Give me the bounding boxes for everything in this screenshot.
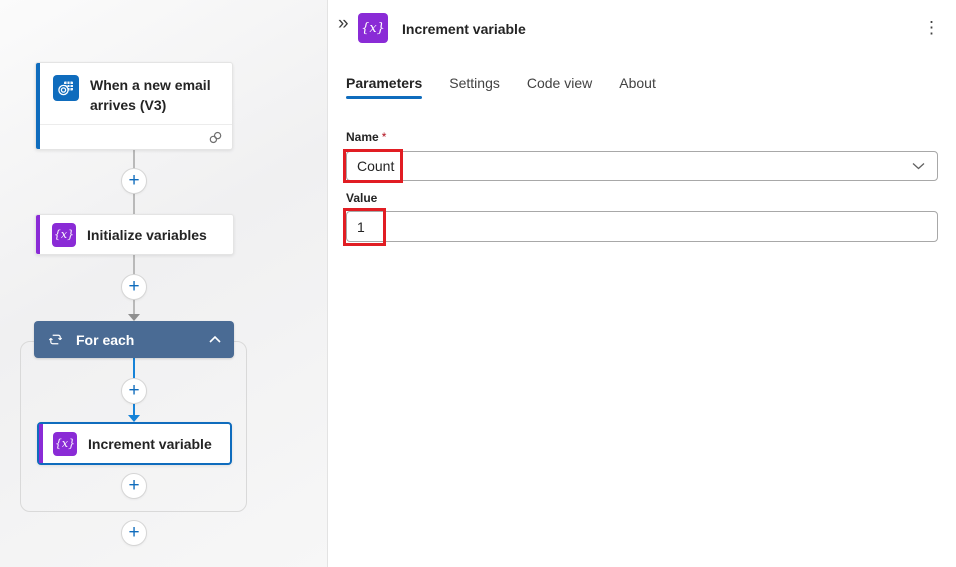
name-dropdown-value: Count — [357, 158, 394, 174]
trigger-card-when-new-email-arrives[interactable]: When a new email arrives (V3) — [35, 62, 233, 150]
add-action-button[interactable]: + — [121, 520, 147, 546]
foreach-title: For each — [76, 332, 195, 348]
plus-icon: + — [128, 171, 139, 190]
trigger-footer — [36, 124, 232, 149]
more-menu-icon[interactable]: ⋮ — [919, 17, 944, 38]
tab-settings[interactable]: Settings — [449, 75, 500, 99]
panel-tabs: Parameters Settings Code view About — [346, 75, 656, 99]
name-dropdown[interactable]: Count — [346, 151, 938, 181]
plus-icon: + — [128, 476, 139, 495]
action-properties-panel: » {x} Increment variable ⋮ Parameters Se… — [329, 0, 956, 567]
add-action-button[interactable]: + — [121, 168, 147, 194]
action-title: Increment variable — [88, 434, 212, 454]
plus-icon: + — [128, 523, 139, 542]
value-input[interactable] — [346, 211, 938, 242]
variable-icon: {x} — [358, 13, 388, 43]
action-accent-strip — [36, 215, 40, 254]
outlook-icon — [53, 75, 79, 101]
connection-link-icon[interactable] — [208, 130, 223, 145]
add-action-button[interactable]: + — [121, 473, 147, 499]
trigger-title: When a new email arrives (V3) — [90, 75, 224, 115]
action-card-for-each[interactable]: For each — [34, 321, 234, 358]
action-title: Initialize variables — [87, 225, 207, 245]
variable-icon: {x} — [52, 223, 76, 247]
required-asterisk: * — [382, 130, 387, 144]
chevron-up-icon[interactable] — [208, 335, 222, 344]
plus-icon: + — [128, 277, 139, 296]
loop-icon — [48, 332, 63, 347]
add-action-button[interactable]: + — [121, 378, 147, 404]
action-accent-strip — [39, 424, 43, 463]
value-field-label: Value — [346, 191, 377, 205]
flow-canvas: When a new email arrives (V3) + {x} Init… — [0, 0, 328, 567]
variable-icon: {x} — [53, 432, 77, 456]
action-card-increment-variable-selected[interactable]: {x} Increment variable — [37, 422, 232, 465]
chevron-down-icon — [912, 162, 925, 170]
connector-arrow — [128, 314, 140, 321]
collapse-panel-icon[interactable]: » — [336, 12, 351, 35]
add-action-button[interactable]: + — [121, 274, 147, 300]
tab-code-view[interactable]: Code view — [527, 75, 592, 99]
action-card-initialize-variables[interactable]: {x} Initialize variables — [35, 214, 234, 255]
trigger-accent-strip — [36, 63, 40, 149]
name-field-label: Name* — [346, 130, 386, 144]
tab-about[interactable]: About — [619, 75, 656, 99]
tab-parameters[interactable]: Parameters — [346, 75, 422, 99]
plus-icon: + — [128, 381, 139, 400]
panel-title: Increment variable — [402, 21, 526, 37]
